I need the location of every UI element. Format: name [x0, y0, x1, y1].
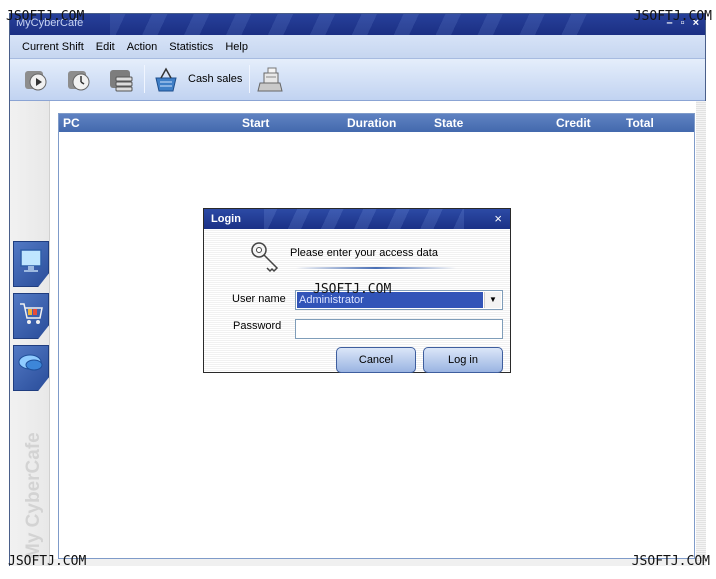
menu-help[interactable]: Help — [219, 41, 254, 53]
menu-current-shift[interactable]: Current Shift — [16, 41, 90, 53]
watermark-top-left: JSOFTJ.COM — [6, 9, 85, 24]
title-bar: MyCyberCafe – ▫ × — [10, 14, 705, 35]
mycybercafe-logo: My CyberCafe — [23, 432, 44, 559]
menu-statistics[interactable]: Statistics — [163, 41, 219, 53]
cash-register-icon[interactable] — [256, 65, 284, 93]
toolbar-separator — [249, 65, 250, 93]
column-header-state[interactable]: State — [434, 116, 463, 130]
start-session-icon[interactable] — [22, 65, 50, 93]
column-header-total[interactable]: Total — [626, 116, 654, 130]
cash-sales-basket-icon[interactable] — [152, 65, 180, 93]
watermark-center: JSOFTJ.COM — [313, 282, 392, 297]
column-header-pc[interactable]: PC — [63, 116, 80, 130]
watermark-top-right: JSOFTJ.COM — [633, 9, 712, 24]
prompt-divider — [296, 267, 456, 269]
menu-bar: Current Shift Edit Action Statistics Hel… — [10, 35, 705, 59]
toolbar: Cash sales — [10, 59, 705, 101]
chevron-down-icon[interactable]: ▼ — [484, 292, 501, 308]
login-button[interactable]: Log in — [423, 347, 503, 373]
grid-header: PC Start Duration State Credit Total — [59, 114, 694, 132]
password-label: Password — [233, 320, 282, 332]
column-header-duration[interactable]: Duration — [347, 116, 396, 130]
login-dialog-titlebar: Login × — [204, 209, 510, 229]
bottom-edge-strip — [50, 559, 697, 566]
key-icon — [251, 242, 279, 273]
cancel-button[interactable]: Cancel — [336, 347, 416, 373]
sidebar: My CyberCafe — [10, 101, 50, 566]
login-dialog-title: Login — [211, 213, 241, 225]
menu-action[interactable]: Action — [121, 41, 164, 53]
sidebar-shop-button[interactable] — [13, 293, 49, 339]
close-icon[interactable]: × — [494, 211, 502, 226]
sidebar-chat-button[interactable] — [13, 345, 49, 391]
shopping-cart-icon — [20, 303, 43, 324]
svg-text:My CyberCafe: My CyberCafe — [23, 432, 44, 559]
toolbar-separator — [144, 65, 145, 93]
watermark-bottom-right: JSOFTJ.COM — [631, 554, 710, 569]
password-field[interactable] — [295, 319, 503, 339]
login-dialog-body: Please enter your access data User name … — [204, 229, 510, 373]
chat-icon — [18, 354, 43, 371]
username-label: User name — [232, 293, 286, 305]
pause-session-icon[interactable] — [65, 65, 93, 93]
monitor-icon — [20, 249, 42, 272]
login-prompt: Please enter your access data — [290, 247, 438, 259]
column-header-start[interactable]: Start — [242, 116, 269, 130]
column-header-credit[interactable]: Credit — [556, 116, 591, 130]
cash-sales-label[interactable]: Cash sales — [188, 73, 242, 85]
menu-edit[interactable]: Edit — [90, 41, 121, 53]
watermark-bottom-left: JSOFTJ.COM — [8, 554, 87, 569]
sidebar-computers-button[interactable] — [13, 241, 49, 287]
right-edge-strip — [696, 101, 706, 566]
payment-icon[interactable] — [108, 65, 136, 93]
